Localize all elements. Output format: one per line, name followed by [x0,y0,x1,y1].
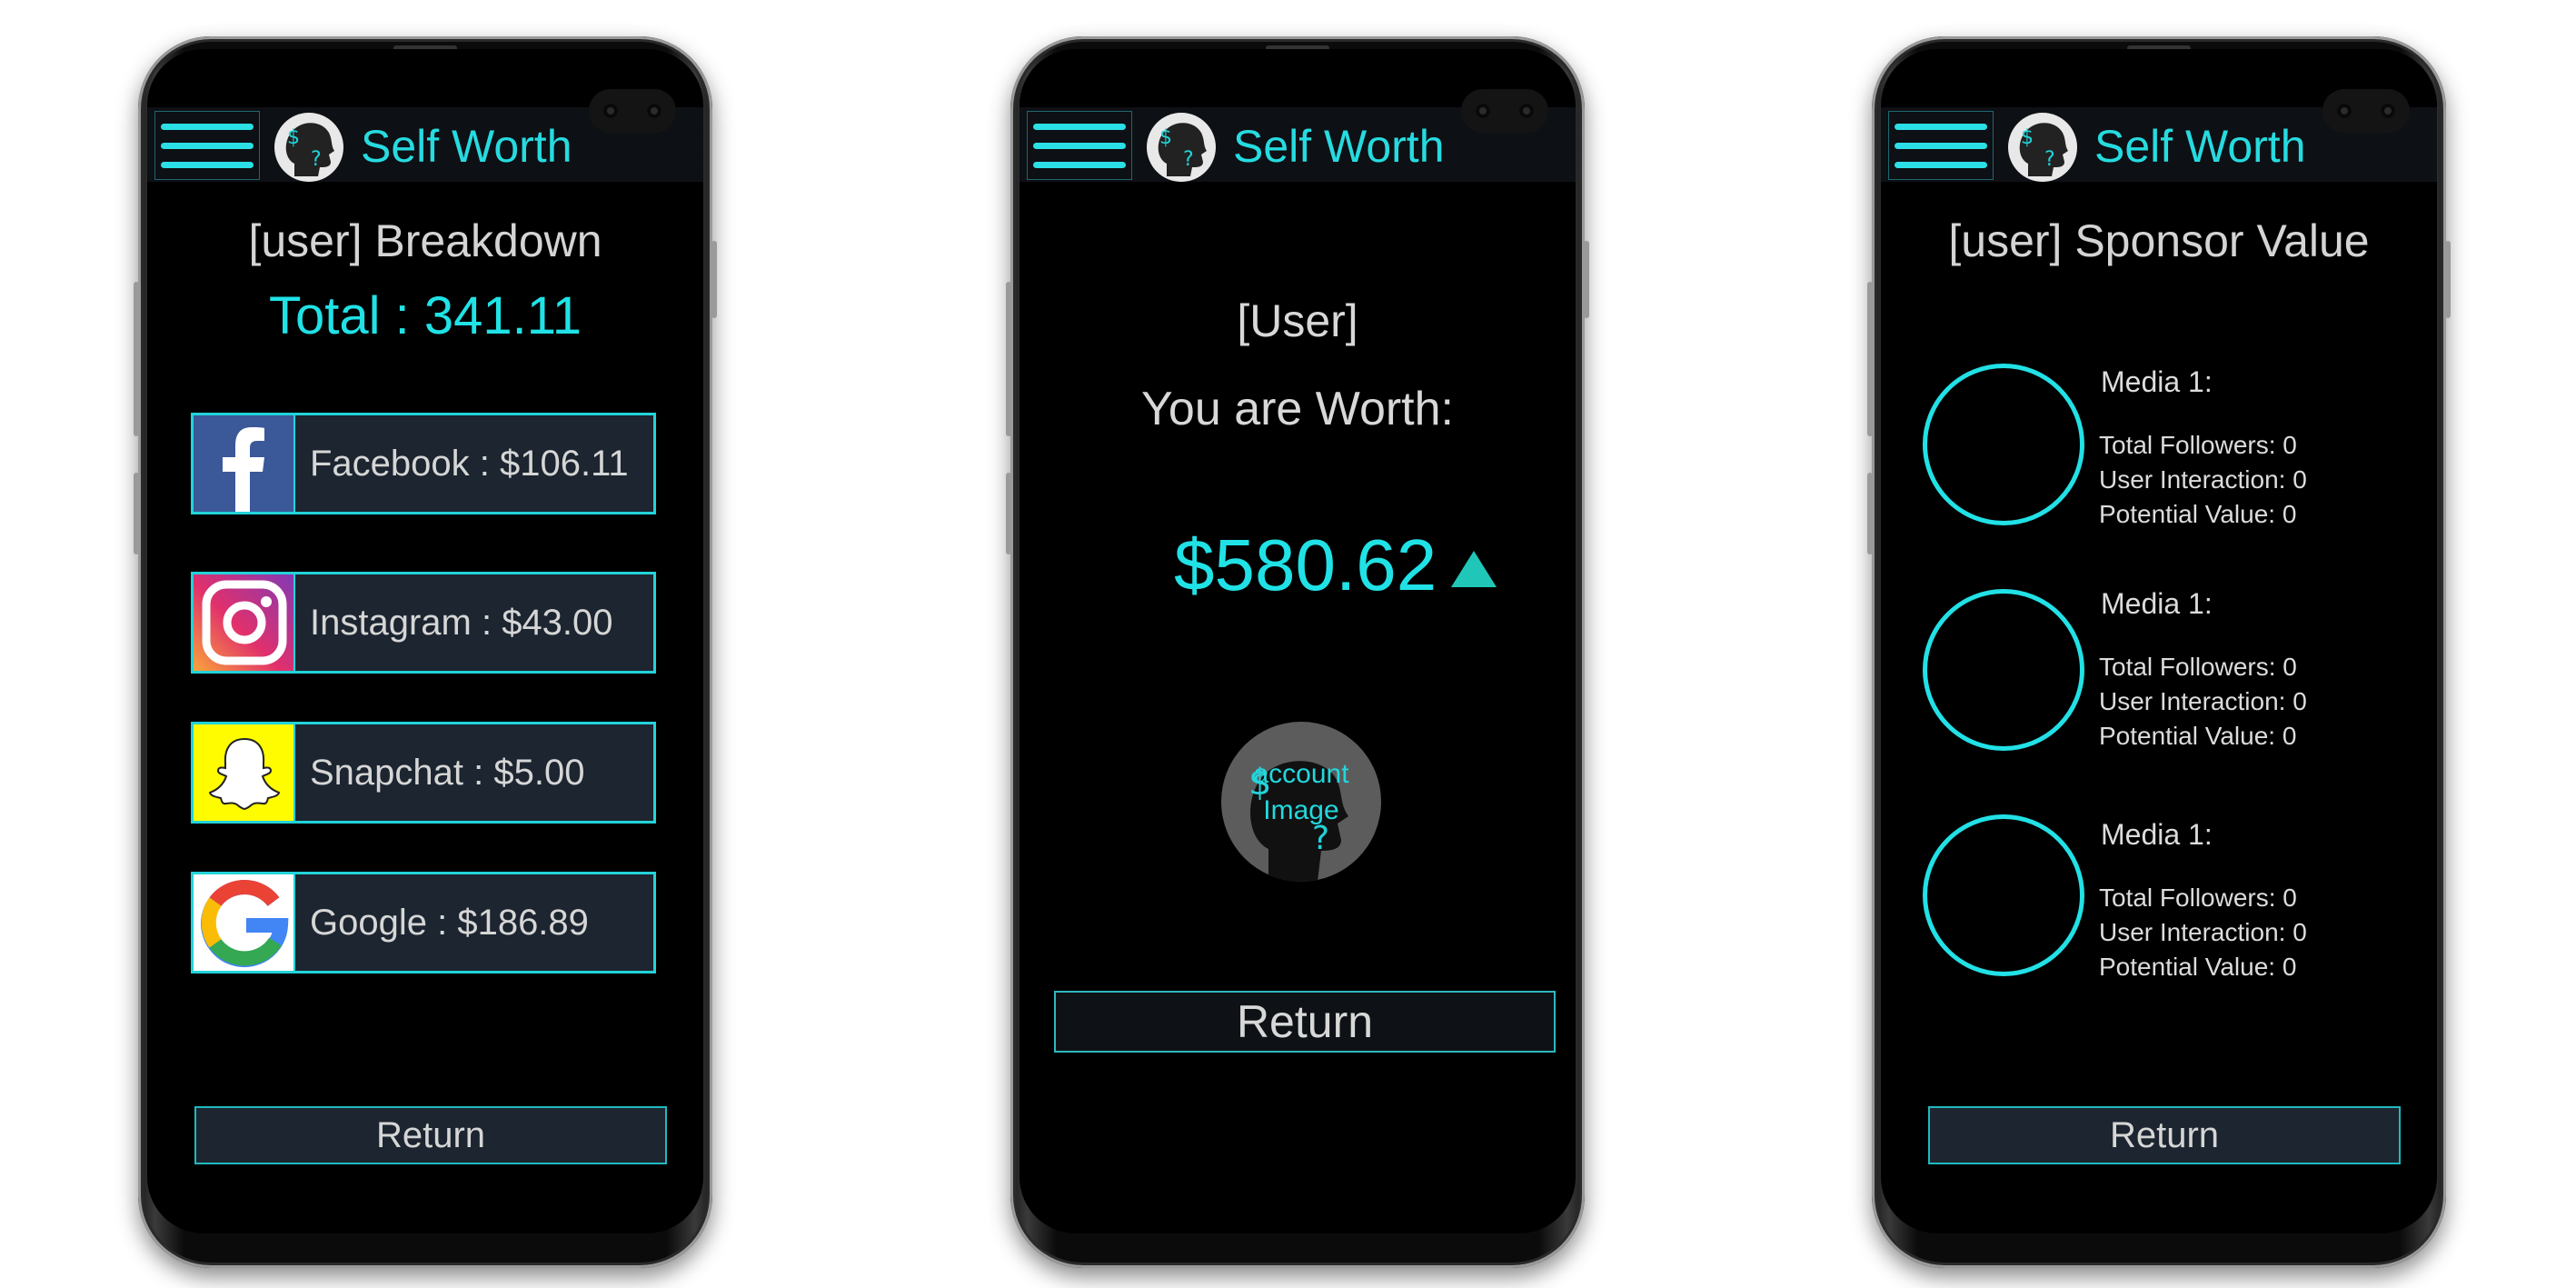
hamburger-menu-icon[interactable] [1027,111,1132,180]
screen-worth: $? Self Worth [User] You are Worth: $580… [1019,49,1576,1233]
media-title: Media 1: [2101,365,2213,398]
media-title: Media 1: [2101,818,2213,851]
media-title: Media 1: [2101,587,2213,620]
power-button [2445,241,2451,318]
user-name: [User] [1237,295,1358,346]
svg-text:$: $ [1159,126,1172,149]
app-title: Self Worth [1233,121,1445,172]
svg-text:$: $ [2021,126,2034,149]
app-logo-icon: $? [2008,113,2077,182]
page-title: [user] Sponsor Value [1948,215,2370,266]
app-title: Self Worth [361,121,572,172]
google-icon [194,874,295,971]
up-arrow-icon [1451,551,1497,587]
facebook-value: Facebook : $106.11 [310,443,629,484]
media-followers: Total Followers: 0 [2099,884,2297,912]
screen-sponsor: $? Self Worth [user] Sponsor Value Media… [1881,49,2437,1233]
google-value: Google : $186.89 [310,902,589,943]
app-logo-icon: $? [274,113,343,182]
worth-value: $580.62 [1174,524,1437,605]
side-button [134,473,139,554]
snapchat-value: Snapchat : $5.00 [310,752,585,793]
svg-text:$: $ [287,126,300,149]
media-avatar[interactable] [1923,589,2084,751]
app-logo-icon: $? [1147,113,1216,182]
media-followers: Total Followers: 0 [2099,431,2297,459]
volume-button [1867,282,1873,436]
volume-button [134,282,139,436]
camera-cutout [589,89,676,133]
phone-breakdown: $? Self Worth [user] Breakdown Total : 3… [134,36,717,1268]
camera-cutout [2322,89,2410,133]
page-title: [user] Breakdown [248,215,602,266]
snapchat-icon [194,724,295,821]
screen-breakdown: $? Self Worth [user] Breakdown Total : 3… [147,49,703,1233]
media-interaction: User Interaction: 0 [2099,918,2307,946]
side-button [1867,473,1873,554]
media-interaction: User Interaction: 0 [2099,465,2307,494]
media-interaction: User Interaction: 0 [2099,687,2307,715]
account-image-label: account Image [1253,759,1349,825]
svg-text:?: ? [2044,148,2055,171]
power-button [1584,241,1589,318]
google-row[interactable]: Google : $186.89 [191,872,656,973]
facebook-row[interactable]: Facebook : $106.11 [191,413,656,514]
media-potential: Potential Value: 0 [2099,722,2297,750]
facebook-icon [194,415,295,512]
media-potential: Potential Value: 0 [2099,953,2297,981]
return-button[interactable]: Return [194,1106,667,1164]
volume-button [1006,282,1011,436]
return-button[interactable]: Return [1928,1106,2401,1164]
instagram-value: Instagram : $43.00 [310,602,613,643]
app-title: Self Worth [2094,121,2306,172]
media-followers: Total Followers: 0 [2099,653,2297,681]
phone-sponsor: $? Self Worth [user] Sponsor Value Media… [1867,36,2451,1268]
snapchat-row[interactable]: Snapchat : $5.00 [191,722,656,824]
media-avatar[interactable] [1923,364,2084,525]
side-button [1006,473,1011,554]
total-value: Total : 341.11 [269,286,582,345]
instagram-row[interactable]: Instagram : $43.00 [191,572,656,674]
svg-text:?: ? [1183,148,1194,171]
power-button [711,241,717,318]
account-image[interactable]: $? account Image [1221,722,1381,882]
svg-text:?: ? [311,148,322,171]
media-avatar[interactable] [1923,814,2084,976]
media-potential: Potential Value: 0 [2099,500,2297,528]
instagram-icon [194,574,295,671]
camera-cutout [1461,89,1548,133]
hamburger-menu-icon[interactable] [1888,111,1994,180]
hamburger-menu-icon[interactable] [154,111,260,180]
worth-label: You are Worth: [1141,383,1454,435]
phone-worth: $? Self Worth [User] You are Worth: $580… [1006,36,1589,1268]
return-button[interactable]: Return [1054,991,1556,1053]
